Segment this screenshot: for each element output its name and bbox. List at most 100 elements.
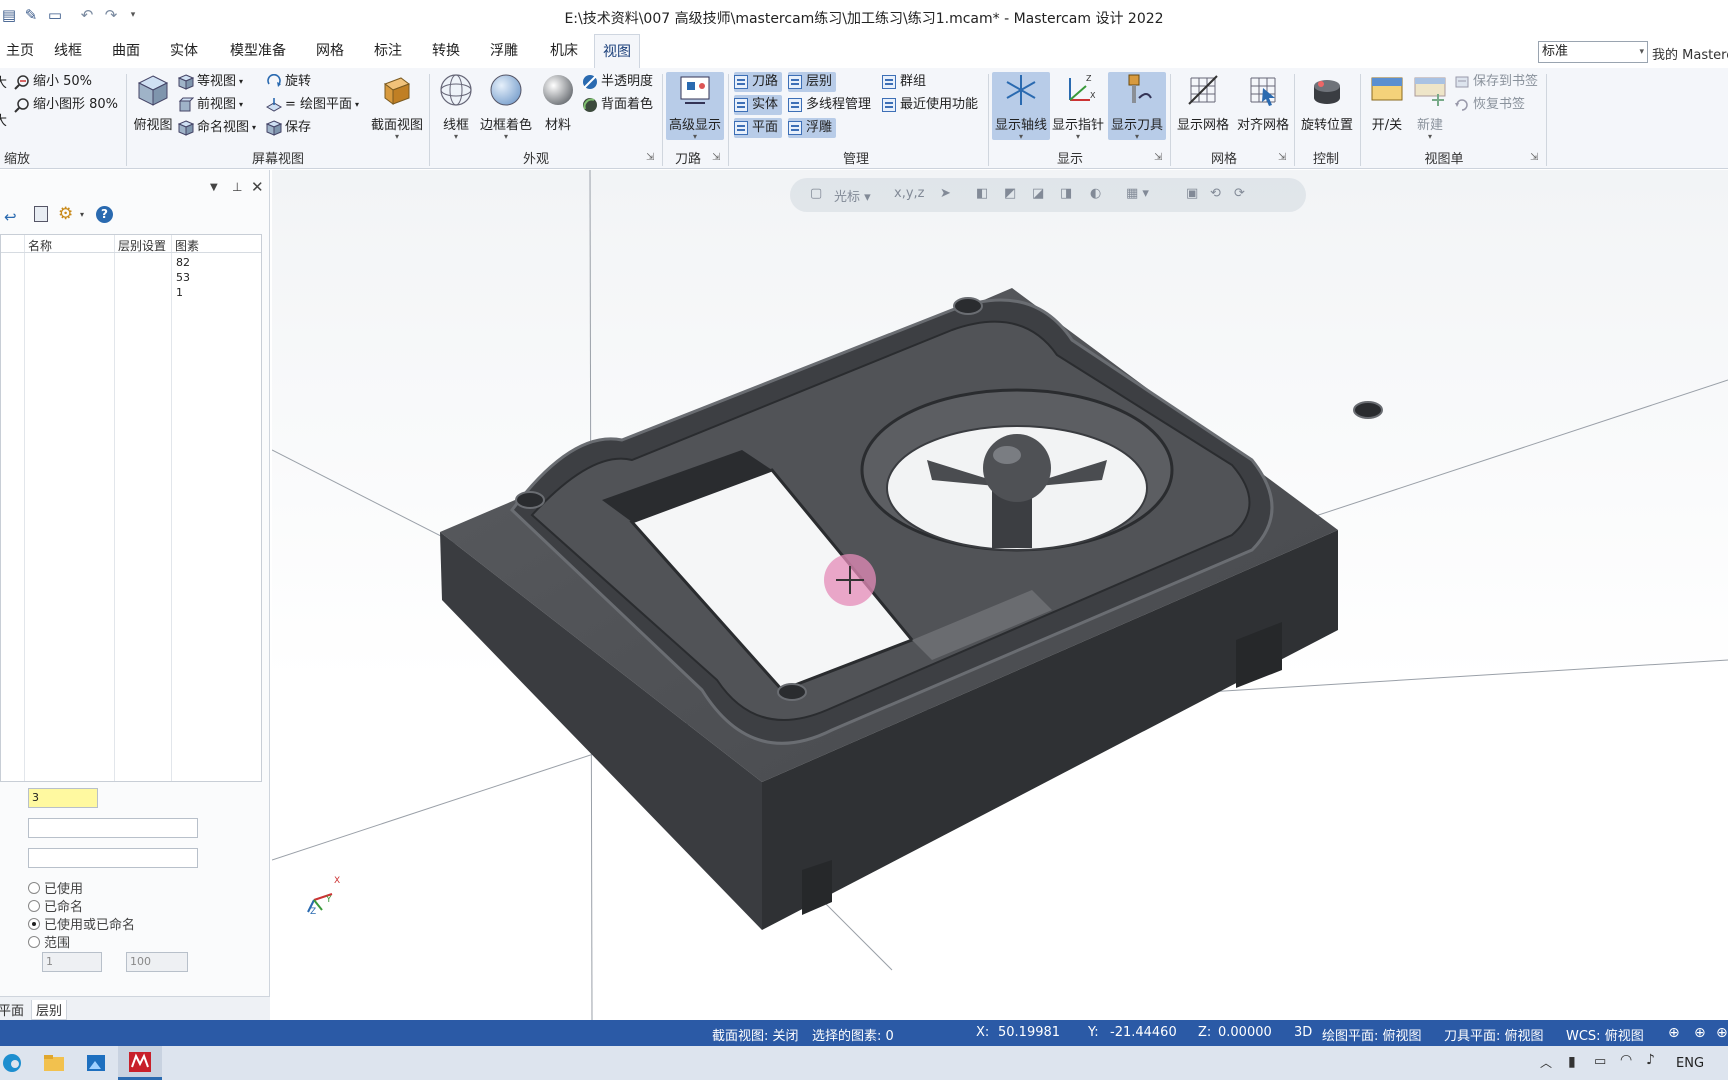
- wireframe-button[interactable]: 线框 ▾: [434, 72, 478, 141]
- xyz-icon[interactable]: x,y,z: [894, 186, 924, 201]
- show-gnomon-button[interactable]: ZX 显示指针 ▾: [1050, 72, 1106, 141]
- top-view-button[interactable]: 俯视图: [130, 72, 176, 133]
- unselect-icon[interactable]: ⟲: [1210, 186, 1221, 201]
- dialog-launcher-icon[interactable]: ⇲: [1530, 152, 1538, 163]
- clipboard-icon[interactable]: [34, 206, 48, 222]
- dialog-launcher-icon[interactable]: ⇲: [1154, 152, 1162, 163]
- close-icon[interactable]: ✕: [251, 178, 264, 196]
- viewsheet-new-button[interactable]: 新建 ▾: [1410, 72, 1450, 141]
- microphone-icon[interactable]: ▮: [1568, 1054, 1576, 1070]
- translucency-button[interactable]: 半透明度: [582, 72, 653, 92]
- globe-icon[interactable]: ⊕: [1668, 1025, 1680, 1041]
- restore-bookmark-button[interactable]: 恢复书签: [1454, 95, 1525, 115]
- radio-used-or-named[interactable]: 已使用或已命名: [28, 914, 135, 933]
- select-body-icon[interactable]: ◨: [1060, 186, 1072, 201]
- rotate-position-button[interactable]: 旋转位置: [1298, 72, 1356, 133]
- graphics-viewport[interactable]: X Y Z ▢ 光标 ▾ x,y,z ➤ ◧ ◩ ◪ ◨ ◐ ▦ ▾ ▣ ⟲ ⟳: [272, 170, 1728, 1020]
- range-from-field[interactable]: 1: [42, 952, 102, 972]
- refresh-icon[interactable]: ⟳: [1234, 186, 1245, 201]
- iso-view-button[interactable]: 等视图 ▾: [178, 72, 243, 92]
- level-name-field[interactable]: [28, 818, 198, 838]
- radio-range[interactable]: 范围: [28, 932, 70, 951]
- chevron-down-icon[interactable]: ▾: [80, 210, 84, 219]
- manager-planes-toggle[interactable]: 平面: [734, 118, 783, 138]
- input-language-indicator[interactable]: ENG: [1676, 1056, 1704, 1071]
- pin-icon[interactable]: ⊥: [232, 180, 242, 194]
- select-all-icon[interactable]: ▣: [1186, 186, 1198, 201]
- tab-wireframe[interactable]: 线框: [46, 34, 90, 68]
- level-number-field[interactable]: 3: [28, 788, 98, 808]
- manager-recent-functions-toggle[interactable]: 最近使用功能: [882, 95, 978, 115]
- manager-groups-toggle[interactable]: 群组: [882, 72, 926, 92]
- save-to-bookmark-button[interactable]: 保存到书签: [1454, 72, 1538, 92]
- section-view-status[interactable]: 截面视图: 关闭: [712, 1025, 799, 1044]
- material-button[interactable]: 材料: [538, 72, 578, 133]
- wcs-status[interactable]: WCS: 俯视图: [1566, 1025, 1644, 1044]
- table-row[interactable]: 1: [176, 286, 183, 299]
- show-tool-button[interactable]: 显示刀具 ▾: [1108, 72, 1166, 141]
- save-view-button[interactable]: 保存: [266, 118, 311, 138]
- zoom-big-partial-button[interactable]: 大: [0, 74, 7, 94]
- show-axes-button[interactable]: 显示轴线 ▾: [992, 72, 1050, 141]
- tab-dimension[interactable]: 标注: [366, 34, 410, 68]
- battery-icon[interactable]: ▭: [1594, 1054, 1606, 1069]
- show-grid-button[interactable]: 显示网格: [1174, 72, 1232, 133]
- cplane-status[interactable]: 绘图平面: 俯视图: [1322, 1025, 1422, 1044]
- range-to-field[interactable]: 100: [126, 952, 188, 972]
- table-row[interactable]: 53: [176, 271, 190, 284]
- manager-toolpaths-toggle[interactable]: 刀路: [734, 72, 783, 92]
- zoom-out-80-button[interactable]: 缩小图形 80%: [14, 95, 118, 115]
- chevron-up-icon[interactable]: ︿: [1540, 1054, 1552, 1071]
- help-icon[interactable]: ?: [96, 206, 113, 223]
- radio-named[interactable]: 已命名: [28, 896, 83, 915]
- select-solid-icon[interactable]: ◧: [976, 186, 988, 201]
- manager-solids-toggle[interactable]: 实体: [734, 95, 783, 115]
- tab-view[interactable]: 视图: [594, 34, 640, 68]
- wifi-icon[interactable]: ◠: [1620, 1052, 1632, 1068]
- edge-browser-icon[interactable]: [0, 1050, 28, 1076]
- manager-multithread-toggle[interactable]: 多线程管理: [788, 95, 871, 115]
- photos-app-icon[interactable]: [82, 1050, 110, 1076]
- select-edge-icon[interactable]: ◪: [1032, 186, 1044, 201]
- lock-icon[interactable]: ▢: [810, 186, 822, 201]
- volume-icon[interactable]: ♪: [1646, 1052, 1655, 1068]
- tab-solids[interactable]: 实体: [162, 34, 206, 68]
- rotate-view-button[interactable]: 旋转: [266, 72, 311, 92]
- tab-surfaces[interactable]: 曲面: [104, 34, 148, 68]
- section-view-button[interactable]: 截面视图 ▾: [368, 72, 426, 141]
- back-shade-button[interactable]: 背面着色: [582, 95, 653, 115]
- dialog-launcher-icon[interactable]: ⇲: [1278, 152, 1286, 163]
- advanced-display-button[interactable]: 高级显示 ▾: [666, 72, 724, 141]
- dialog-launcher-icon[interactable]: ⇲: [646, 152, 654, 163]
- tab-home[interactable]: 主页: [0, 34, 42, 68]
- equal-cplane-button[interactable]: = 绘图平面 ▾: [266, 95, 359, 115]
- named-view-button[interactable]: 命名视图 ▾: [178, 118, 256, 138]
- tab-planes[interactable]: 平面: [0, 1000, 28, 1019]
- level-set-field[interactable]: [28, 848, 198, 868]
- undo-arrow-icon[interactable]: ↩: [4, 208, 17, 226]
- globe-icon[interactable]: ⊕: [1716, 1025, 1728, 1041]
- viewsheet-toggle-button[interactable]: 开/关: [1364, 72, 1410, 133]
- radio-used[interactable]: 已使用: [28, 878, 83, 897]
- snap-to-grid-button[interactable]: 对齐网格: [1234, 72, 1292, 133]
- cursor-mode-button[interactable]: 光标 ▾: [834, 186, 871, 205]
- gear-icon[interactable]: ⚙: [58, 204, 73, 224]
- edge-shade-button[interactable]: 边框着色 ▾: [478, 72, 534, 141]
- mode-3d-toggle[interactable]: 3D: [1294, 1025, 1312, 1040]
- window-select-icon[interactable]: ▦ ▾: [1126, 186, 1149, 201]
- select-color-icon[interactable]: ◐: [1090, 186, 1101, 201]
- front-view-button[interactable]: 前视图 ▾: [178, 95, 243, 115]
- my-mastercam-link[interactable]: 我的 Mastercam: [1652, 44, 1728, 63]
- file-explorer-icon[interactable]: [40, 1050, 68, 1076]
- tab-transform[interactable]: 转换: [424, 34, 468, 68]
- tab-model-prep[interactable]: 模型准备: [222, 34, 294, 68]
- tab-levels[interactable]: 层别: [31, 1000, 68, 1020]
- dialog-launcher-icon[interactable]: ⇲: [712, 152, 720, 163]
- tplane-status[interactable]: 刀具平面: 俯视图: [1444, 1025, 1544, 1044]
- globe-icon[interactable]: ⊕: [1694, 1025, 1706, 1041]
- manager-levels-toggle[interactable]: 层别: [788, 72, 837, 92]
- table-row[interactable]: 82: [176, 256, 190, 269]
- select-face-icon[interactable]: ◩: [1004, 186, 1016, 201]
- manager-relief-toggle[interactable]: 浮雕: [788, 118, 837, 138]
- mastercam-taskbar-item[interactable]: [118, 1046, 162, 1080]
